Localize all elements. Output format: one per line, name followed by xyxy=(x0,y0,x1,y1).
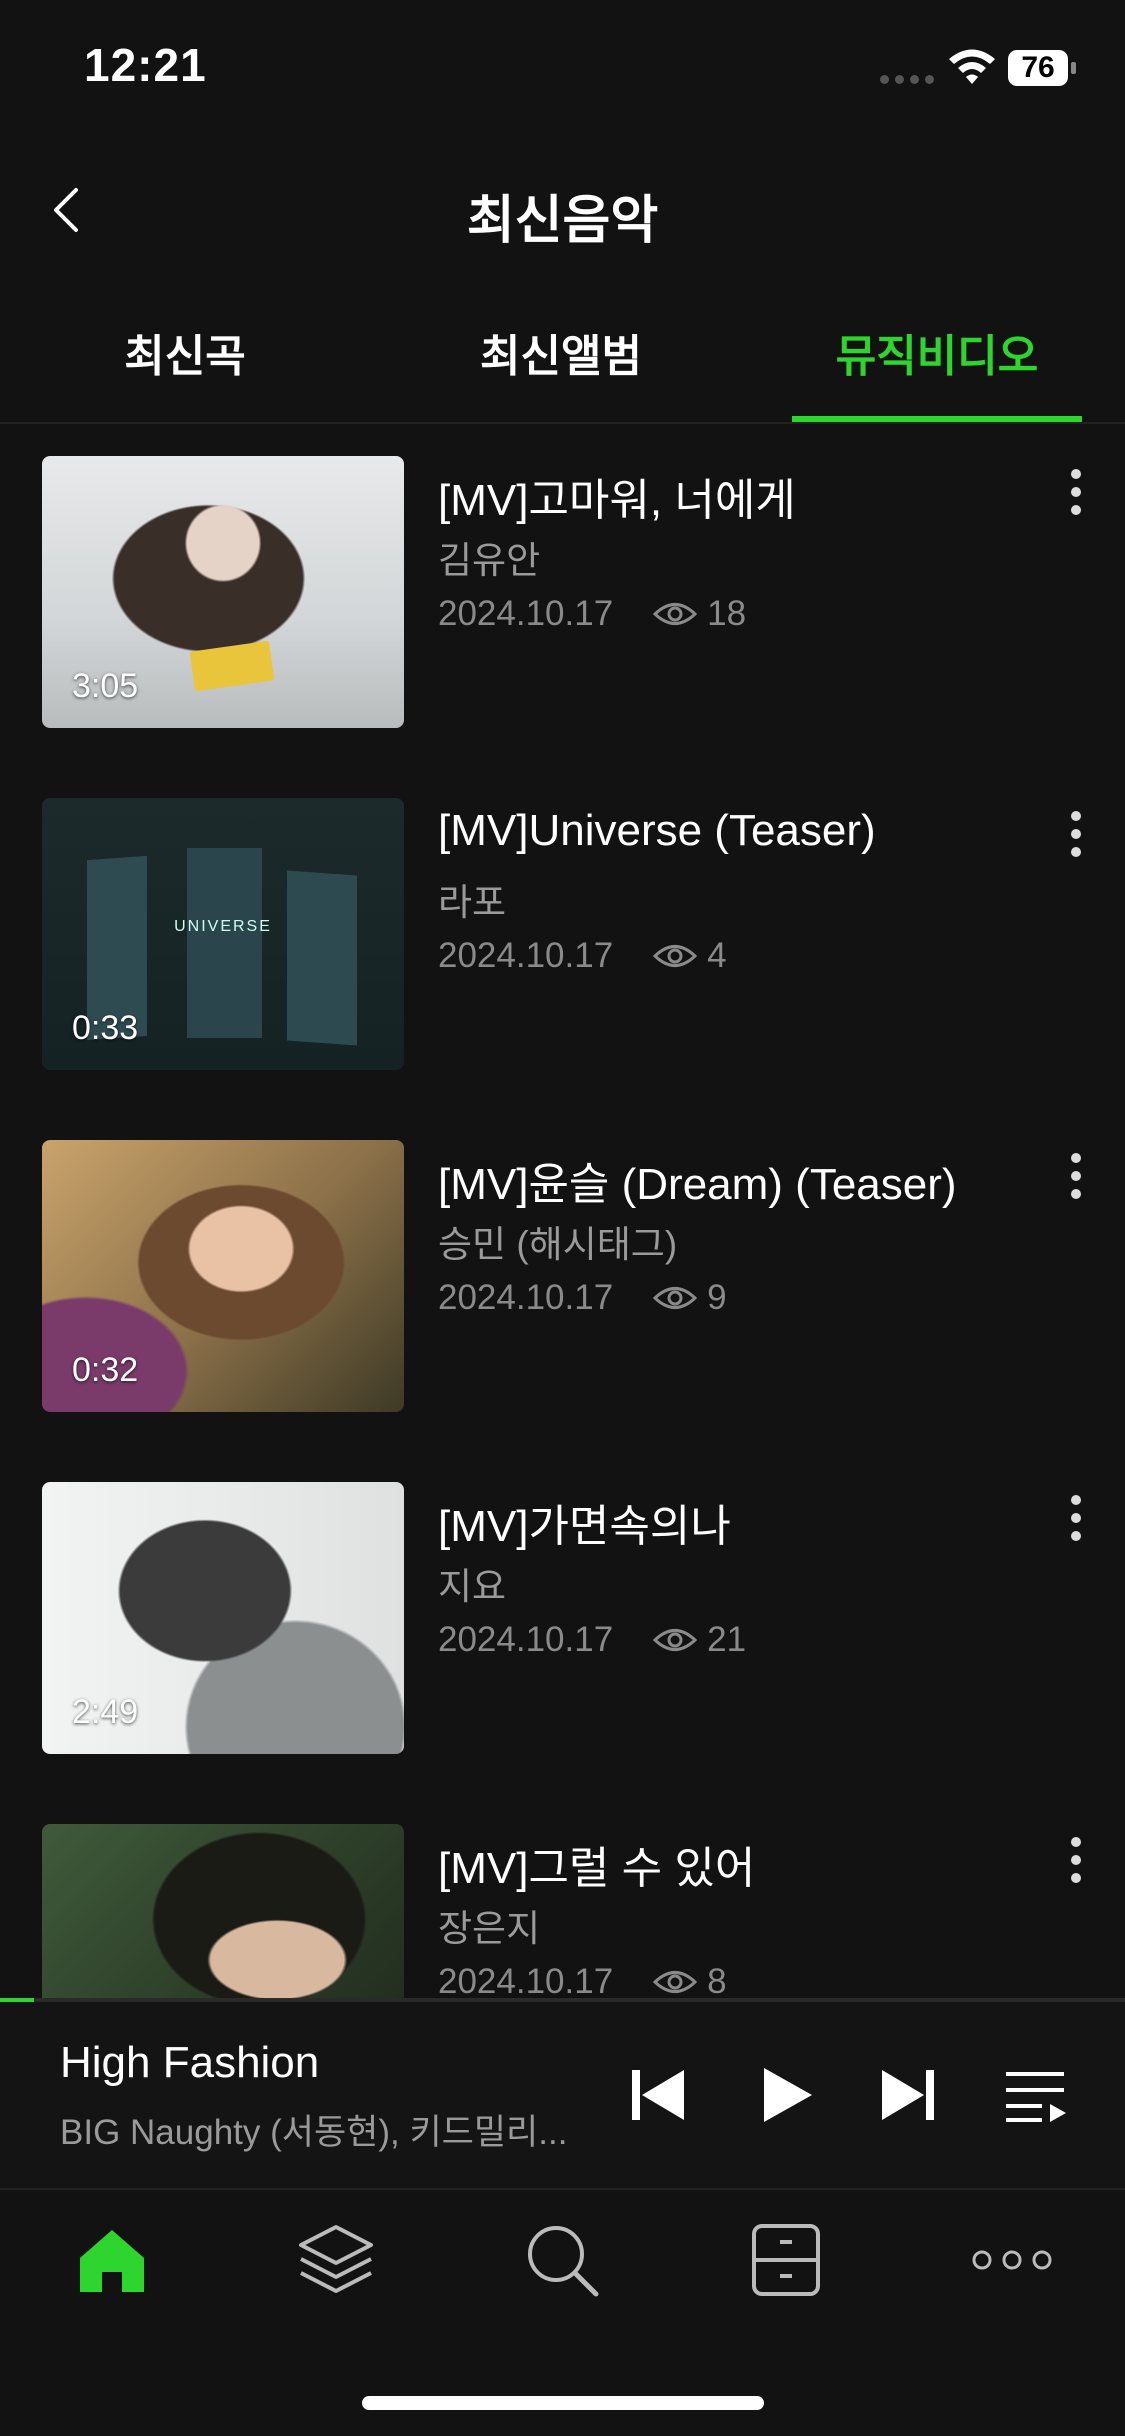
video-meta: 2024.10.17 8 xyxy=(438,1962,727,2000)
video-thumbnail[interactable]: 3:05 xyxy=(42,456,404,728)
video-artist[interactable]: 김유안 xyxy=(438,530,540,584)
eye-icon xyxy=(653,603,698,625)
list-item[interactable]: UNIVERSE 0:33 [MV]Universe (Teaser) 라포 2… xyxy=(0,766,1125,1070)
page-title: 최신음악 xyxy=(466,192,659,250)
video-duration: 2:49 xyxy=(72,1693,139,1731)
view-count: 18 xyxy=(707,594,747,633)
nav-library[interactable] xyxy=(736,2210,836,2310)
video-meta: 2024.10.17 18 xyxy=(438,594,746,634)
video-thumbnail[interactable]: 2:49 xyxy=(42,1482,404,1754)
video-artist[interactable]: 라포 xyxy=(438,872,506,926)
more-options-button[interactable] xyxy=(1058,1832,1094,1892)
list-item[interactable]: 0:32 [MV]윤슬 (Dream) (Teaser) 승민 (해시태그) 2… xyxy=(0,1108,1125,1412)
video-title[interactable]: [MV]가면속의나 xyxy=(438,1490,731,1554)
battery-cap xyxy=(1071,62,1076,74)
video-thumbnail[interactable] xyxy=(42,1824,404,2000)
video-date: 2024.10.17 xyxy=(438,1962,614,2000)
status-bar: 12:21 76 xyxy=(0,0,1125,140)
more-icon xyxy=(972,2250,1052,2270)
bottom-navigation xyxy=(0,2190,1125,2330)
tab-bar: 최신곡 최신앨범 뮤직비디오 xyxy=(0,300,1125,424)
view-count: 8 xyxy=(707,1962,727,2000)
home-icon xyxy=(80,2230,144,2292)
header: 최신음악 xyxy=(0,140,1125,280)
home-indicator xyxy=(362,2396,764,2410)
more-options-button[interactable] xyxy=(1058,1148,1094,1208)
video-date: 2024.10.17 xyxy=(438,594,614,633)
more-options-button[interactable] xyxy=(1058,806,1094,866)
eye-icon xyxy=(653,1971,698,1993)
video-thumbnail[interactable]: 0:32 xyxy=(42,1140,404,1412)
battery-indicator: 76 xyxy=(1008,50,1068,86)
view-count: 4 xyxy=(707,936,727,975)
previous-track-button[interactable] xyxy=(622,2060,692,2130)
status-time: 12:21 xyxy=(84,39,207,91)
eye-icon xyxy=(653,945,698,967)
list-item[interactable]: 3:05 [MV]고마워, 너에게 김유안 2024.10.17 18 xyxy=(0,424,1125,728)
active-tab-indicator xyxy=(792,416,1082,422)
next-track-button[interactable] xyxy=(874,2060,944,2130)
tab-latest-albums[interactable]: 최신앨범 xyxy=(436,320,686,420)
video-meta: 2024.10.17 4 xyxy=(438,936,727,976)
more-options-button[interactable] xyxy=(1058,464,1094,524)
signal-icon xyxy=(880,75,934,84)
more-options-button[interactable] xyxy=(1058,1490,1094,1550)
video-artist[interactable]: 지요 xyxy=(438,1556,506,1610)
layers-icon xyxy=(299,2225,373,2293)
eye-icon xyxy=(653,1629,698,1651)
video-duration: 3:05 xyxy=(72,667,139,705)
search-icon xyxy=(528,2226,599,2297)
thumbnail-card xyxy=(189,640,275,692)
video-duration: 0:33 xyxy=(72,1009,139,1047)
thumbnail-text: UNIVERSE xyxy=(174,918,272,935)
tab-latest-songs[interactable]: 최신곡 xyxy=(60,320,310,420)
play-button[interactable] xyxy=(752,2060,822,2130)
nav-search[interactable] xyxy=(512,2210,612,2310)
video-list[interactable]: 3:05 [MV]고마워, 너에게 김유안 2024.10.17 18 UNIV… xyxy=(0,424,1125,2000)
video-meta: 2024.10.17 9 xyxy=(438,1278,727,1318)
view-count: 9 xyxy=(707,1278,727,1317)
nav-browse[interactable] xyxy=(286,2210,386,2310)
video-title[interactable]: [MV]윤슬 (Dream) (Teaser) xyxy=(438,1148,957,1212)
playlist-icon[interactable] xyxy=(1000,2060,1070,2130)
list-item[interactable]: 2:49 [MV]가면속의나 지요 2024.10.17 21 xyxy=(0,1450,1125,1754)
nav-home[interactable] xyxy=(62,2210,162,2310)
video-title[interactable]: [MV]그럴 수 있어 xyxy=(438,1832,755,1896)
wifi-icon xyxy=(949,49,995,84)
list-item[interactable]: [MV]그럴 수 있어 장은지 2024.10.17 8 xyxy=(0,1792,1125,2000)
video-title[interactable]: [MV]고마워, 너에게 xyxy=(438,464,796,528)
mini-player[interactable]: High Fashion BIG Naughty (서동현), 키드밀리... xyxy=(0,2002,1125,2190)
video-thumbnail[interactable]: UNIVERSE 0:33 xyxy=(42,798,404,1070)
now-playing-artist[interactable]: BIG Naughty (서동현), 키드밀리... xyxy=(60,2104,567,2155)
eye-icon xyxy=(653,1287,698,1309)
video-artist[interactable]: 장은지 xyxy=(438,1898,540,1952)
nav-more[interactable] xyxy=(962,2210,1062,2310)
now-playing-title[interactable]: High Fashion xyxy=(60,2038,319,2088)
video-title[interactable]: [MV]Universe (Teaser) xyxy=(438,806,876,856)
thumbnail-panel xyxy=(287,870,357,1046)
view-count: 21 xyxy=(707,1620,747,1659)
video-meta: 2024.10.17 21 xyxy=(438,1620,746,1660)
video-duration: 0:32 xyxy=(72,1351,139,1389)
video-date: 2024.10.17 xyxy=(438,936,614,975)
library-icon xyxy=(752,2224,820,2296)
video-artist[interactable]: 승민 (해시태그) xyxy=(438,1214,677,1268)
tab-music-videos[interactable]: 뮤직비디오 xyxy=(812,320,1062,420)
thumbnail-panel xyxy=(187,848,262,1038)
video-date: 2024.10.17 xyxy=(438,1278,614,1317)
video-date: 2024.10.17 xyxy=(438,1620,614,1659)
